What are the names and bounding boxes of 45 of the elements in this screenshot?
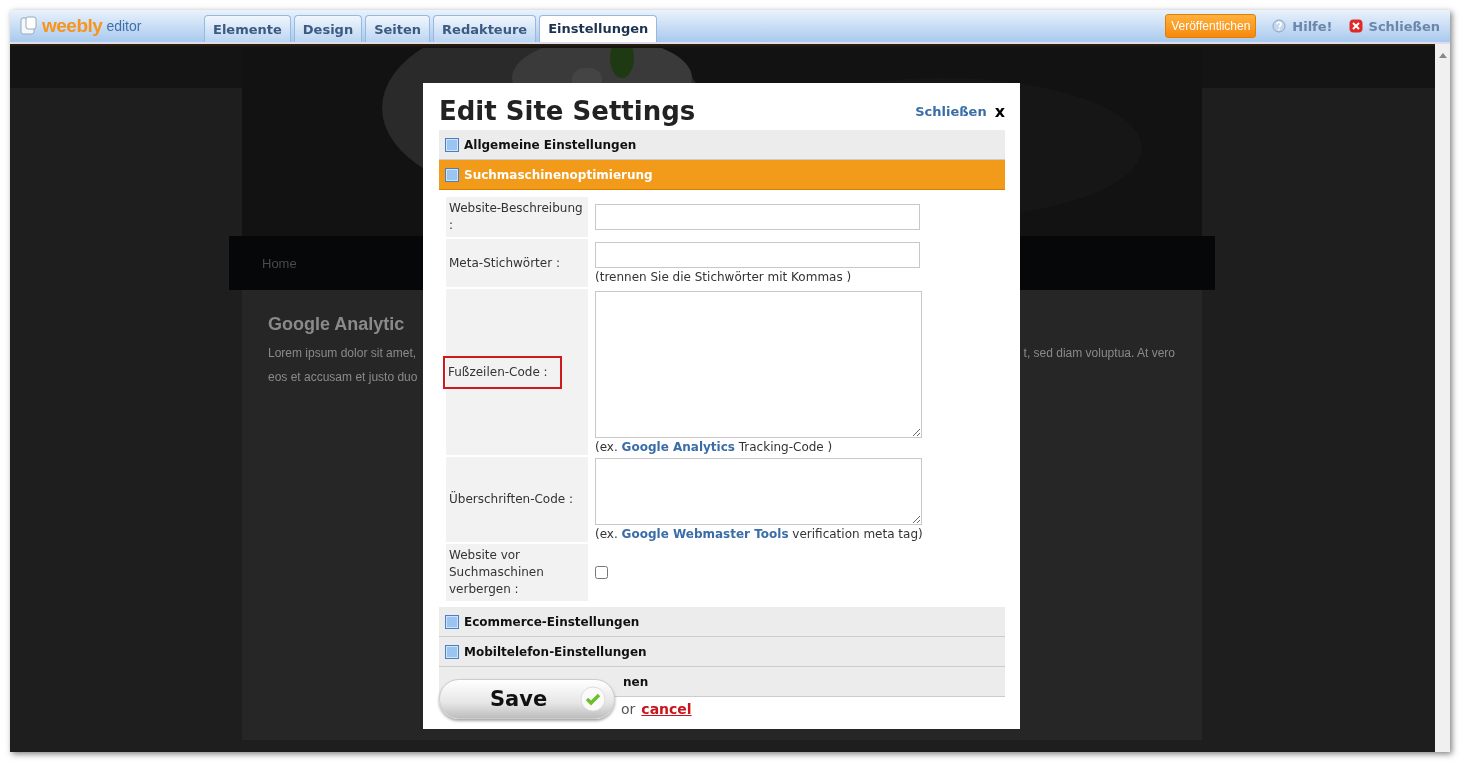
field-label: Website vor Suchmaschinen verbergen :	[449, 547, 545, 598]
input-field[interactable]	[595, 242, 920, 268]
tab[interactable]: Design	[293, 15, 363, 42]
scrollbar[interactable]	[1435, 44, 1450, 752]
field-hint: (ex. Google Webmaster Tools verification meta tag)	[595, 527, 924, 541]
section-header[interactable]: Mobiltelefon-Einstellungen	[439, 637, 1005, 667]
text-area[interactable]	[595, 290, 922, 438]
hint-link[interactable]: Google Analytics	[621, 439, 735, 454]
field-hint: (trennen Sie die Stichwörter mit Kommas )	[595, 270, 853, 284]
close-link[interactable]: Schließen	[915, 103, 987, 119]
section-icon	[445, 167, 459, 182]
checkbox[interactable]	[595, 566, 608, 579]
body-text: t, sed diam voluptua. At vero	[1023, 345, 1175, 362]
scroll-up-icon[interactable]	[1438, 52, 1447, 58]
body-text: Lorem ipsum dolor sit amet,	[268, 345, 418, 362]
tab[interactable]: Einstellungen	[539, 15, 658, 42]
page-heading: Google Analytic	[268, 314, 406, 335]
tab[interactable]: Seiten	[365, 15, 431, 42]
field-label: Fußzeilen-Code :	[445, 357, 560, 387]
tab[interactable]: Redakteure	[433, 15, 537, 42]
hint-link[interactable]: Google Webmaster Tools	[621, 527, 789, 541]
text-area[interactable]	[595, 458, 922, 525]
section-icon	[445, 137, 459, 152]
checkmark-icon	[580, 686, 606, 712]
input-field[interactable]	[595, 204, 920, 230]
body-text: eos et accusam et justo duo	[268, 369, 419, 386]
close-icon	[1348, 19, 1363, 33]
section-icon	[445, 614, 459, 629]
logo-suffix: editor	[106, 18, 142, 34]
section-icon	[445, 644, 459, 659]
field-label: Meta-Stichwörter :	[449, 254, 560, 272]
field-hint: (ex. Google Analytics Tracking-Code )	[595, 439, 834, 454]
cancel-link[interactable]: cancel	[641, 701, 692, 717]
or-text: or	[621, 701, 636, 717]
field-label: Überschriften-Code :	[449, 491, 574, 508]
document-icon	[20, 16, 38, 36]
field-label: Website-Beschreibung :	[449, 200, 584, 234]
save-button[interactable]: Save	[439, 679, 615, 719]
logo: weebly	[42, 15, 103, 37]
tab[interactable]: Elemente	[204, 15, 291, 42]
help-icon	[1272, 19, 1287, 33]
section-header[interactable]: Allgemeine Einstellungen	[439, 130, 1005, 160]
dialog-title: Edit Site Settings	[439, 96, 696, 126]
section-header[interactable]: Ecommerce-Einstellungen	[439, 607, 1005, 637]
close-x[interactable]: x	[994, 101, 1005, 121]
